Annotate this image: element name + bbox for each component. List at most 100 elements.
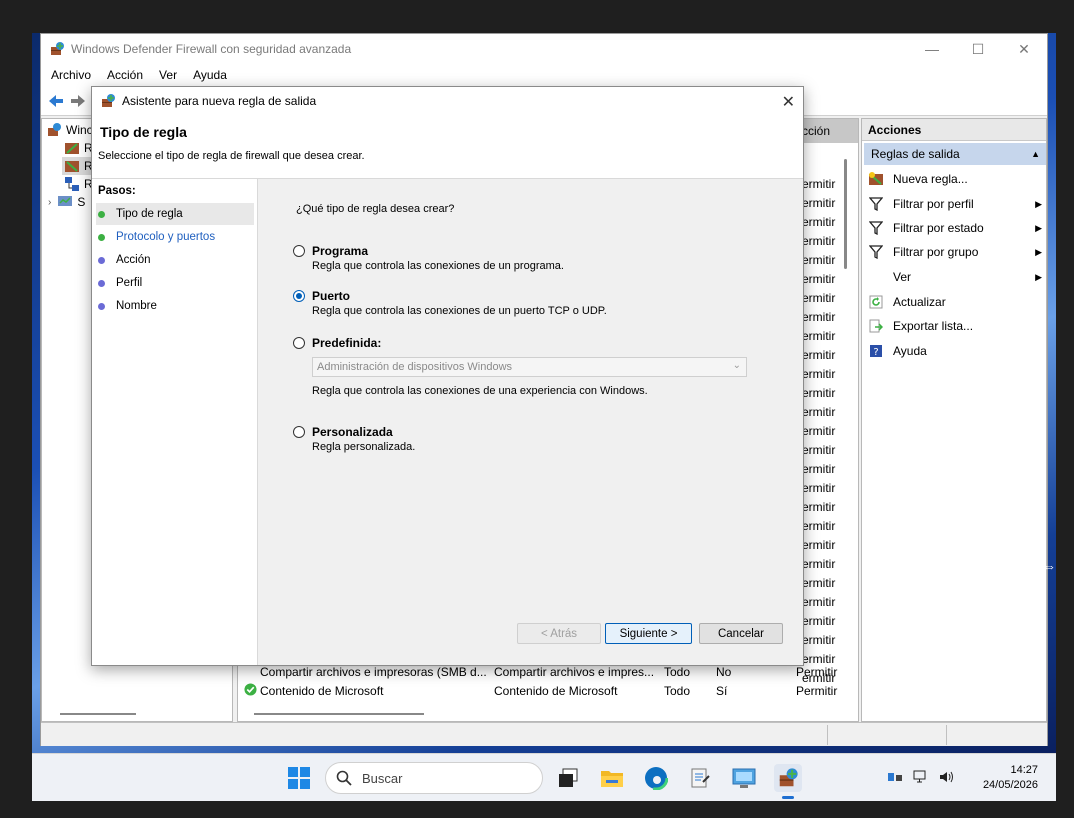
filter-icon: [868, 220, 884, 236]
network-devices-icon[interactable]: [887, 770, 903, 787]
edge-button[interactable]: [642, 764, 670, 792]
firewall-taskbar-button[interactable]: [774, 764, 802, 792]
radio-puerto[interactable]: [293, 290, 305, 302]
taskbar-clock[interactable]: 14:27 24/05/2026: [983, 763, 1038, 793]
forward-arrow-icon[interactable]: [69, 92, 87, 110]
menu-bar: Archivo Acción Ver Ayuda: [41, 64, 1047, 86]
action-label: Nueva regla...: [893, 172, 968, 186]
menu-ver[interactable]: Ver: [159, 68, 177, 82]
steps-title: Pasos:: [98, 185, 136, 197]
radio-programa[interactable]: [293, 245, 305, 257]
rule-type-question: ¿Qué tipo de regla desea crear?: [296, 203, 455, 215]
action-view[interactable]: Ver ▶: [868, 267, 1042, 287]
step-done-dot-icon: [98, 233, 105, 241]
wizard-close-button[interactable]: ✕: [782, 92, 795, 112]
rule-action: ermitir: [802, 500, 836, 514]
menu-accion[interactable]: Acción: [107, 68, 143, 82]
remote-desktop-button[interactable]: [730, 764, 758, 792]
submenu-arrow-icon: ▶: [1035, 222, 1042, 233]
action-label: Filtrar por perfil: [893, 197, 974, 211]
tree-item-monitoring[interactable]: › S: [48, 193, 85, 211]
new-outbound-rule-wizard: Asistente para nueva regla de salida ✕ T…: [91, 86, 804, 666]
rule-action: ermitir: [802, 633, 836, 647]
radio-personalizada[interactable]: [293, 426, 305, 438]
predefined-select[interactable]: Administración de dispositivos Windows ⌄: [312, 357, 747, 377]
tree-item-inbound[interactable]: R: [64, 139, 93, 157]
status-separator: [827, 725, 828, 745]
rule-action: ermitir: [802, 538, 836, 552]
minimize-button[interactable]: —: [909, 34, 955, 64]
step-protocolo-y-puertos[interactable]: Protocolo y puertos: [96, 226, 254, 248]
volume-icon[interactable]: [939, 770, 955, 787]
rule-action: ermitir: [802, 253, 836, 267]
clock-date: 24/05/2026: [982, 779, 1038, 791]
task-view-button[interactable]: [554, 764, 582, 792]
tree-item-connection-security[interactable]: R: [64, 175, 93, 193]
radio-predefinida[interactable]: [293, 337, 305, 349]
rule-profile: Todo: [664, 684, 691, 698]
list-vertical-scrollbar[interactable]: [844, 159, 847, 269]
chevron-down-icon: ⌄: [732, 360, 741, 371]
menu-archivo[interactable]: Archivo: [51, 68, 91, 82]
tree-horizontal-scrollbar[interactable]: [60, 713, 136, 715]
list-horizontal-scrollbar[interactable]: [254, 713, 424, 715]
status-separator: [946, 725, 947, 745]
action-label: Ver: [893, 270, 912, 284]
step-label: Perfil: [116, 277, 143, 289]
action-filter-state[interactable]: Filtrar por estado ▶: [868, 218, 1042, 238]
rule-group: Contenido de Microsoft: [494, 684, 618, 698]
notepad-button[interactable]: [686, 764, 714, 792]
rule-action: ermitir: [802, 310, 836, 324]
rule-action: Permitir: [796, 665, 838, 679]
actions-section-outbound[interactable]: Reglas de salida ▲: [864, 143, 1046, 165]
action-export[interactable]: Exportar lista...: [868, 316, 1042, 336]
collapse-caret-icon[interactable]: ▲: [1031, 149, 1040, 159]
option-label-puerto[interactable]: Puerto: [312, 289, 350, 303]
table-row[interactable]: Contenido de Microsoft Contenido de Micr…: [238, 682, 858, 701]
option-label-personalizada[interactable]: Personalizada: [312, 425, 393, 439]
action-label: Ayuda: [893, 344, 927, 358]
step-nombre[interactable]: Nombre: [96, 295, 254, 317]
start-button[interactable]: [285, 764, 313, 792]
step-accion[interactable]: Acción: [96, 249, 254, 271]
rule-action: ermitir: [802, 557, 836, 571]
file-explorer-button[interactable]: [598, 764, 626, 792]
rule-action: ermitir: [802, 386, 836, 400]
rule-action: ermitir: [802, 405, 836, 419]
action-filter-group[interactable]: Filtrar por grupo ▶: [868, 242, 1042, 262]
option-desc-programa: Regla que controla las conexiones de un …: [312, 260, 564, 272]
cancel-button[interactable]: Cancelar: [699, 623, 783, 644]
action-label: Exportar lista...: [893, 319, 974, 333]
wizard-content: ¿Qué tipo de regla desea crear? Programa…: [259, 179, 803, 665]
network-icon[interactable]: [913, 770, 929, 787]
tree-item-label: S: [77, 195, 86, 209]
action-new-rule[interactable]: Nueva regla...: [868, 169, 1042, 189]
option-label-predefinida[interactable]: Predefinida:: [312, 336, 381, 350]
option-desc-puerto: Regla que controla las conexiones de un …: [312, 305, 607, 317]
next-button[interactable]: Siguiente >: [605, 623, 692, 644]
actions-pane: Acciones Reglas de salida ▲ Nueva regla.…: [861, 118, 1047, 722]
step-perfil[interactable]: Perfil: [96, 272, 254, 294]
taskbar-search[interactable]: Buscar: [325, 762, 543, 794]
menu-ayuda[interactable]: Ayuda: [193, 68, 227, 82]
step-label: Acción: [116, 254, 151, 266]
rule-name: Compartir archivos e impresoras (SMB d..…: [260, 665, 487, 679]
close-button[interactable]: ✕: [1001, 34, 1047, 64]
action-help[interactable]: ? Ayuda: [868, 341, 1042, 361]
tree-item-root[interactable]: Winc: [46, 121, 93, 139]
tree-item-outbound[interactable]: R: [62, 157, 95, 175]
action-filter-profile[interactable]: Filtrar por perfil ▶: [868, 194, 1042, 214]
step-tipo-de-regla[interactable]: Tipo de regla: [96, 203, 254, 225]
maximize-button[interactable]: ☐: [955, 34, 1001, 64]
filter-icon: [868, 244, 884, 260]
option-label-programa[interactable]: Programa: [312, 244, 368, 258]
back-arrow-icon[interactable]: [47, 92, 65, 110]
submenu-arrow-icon: ▶: [1035, 246, 1042, 257]
column-header-action[interactable]: cción: [802, 124, 830, 138]
resize-cursor-icon: ⇔: [1042, 558, 1056, 574]
rule-action: ermitir: [802, 272, 836, 286]
expand-chevron-icon[interactable]: ›: [48, 197, 51, 208]
back-button[interactable]: < Atrás: [517, 623, 601, 644]
help-icon: ?: [868, 343, 884, 359]
action-refresh[interactable]: Actualizar: [868, 292, 1042, 312]
